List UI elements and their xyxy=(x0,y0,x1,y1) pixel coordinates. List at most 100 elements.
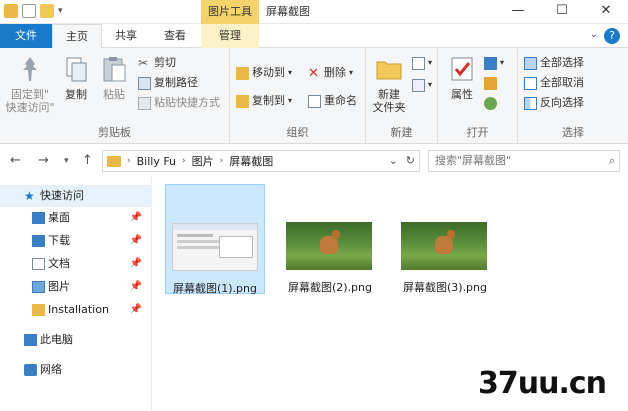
rename-icon xyxy=(308,94,321,108)
select-all-label: 全部选择 xyxy=(540,56,584,69)
computer-icon xyxy=(24,334,37,346)
sidebar-item-this-pc[interactable]: 此电脑 xyxy=(0,329,152,351)
cut-button[interactable]: ✂ 剪切 xyxy=(138,54,176,72)
breadcrumb-separator-icon: › xyxy=(182,156,186,166)
sidebar-item-label: 桌面 xyxy=(48,211,70,224)
recent-locations-chevron-icon[interactable]: ▾ xyxy=(64,156,69,166)
open-image-icon xyxy=(484,56,497,70)
paste-shortcut-icon xyxy=(138,96,151,110)
new-folder-icon xyxy=(374,54,404,84)
file-item[interactable]: 屏幕截图(2).png xyxy=(280,184,380,294)
maximize-button[interactable]: ☐ xyxy=(540,0,584,24)
easy-access-icon xyxy=(412,78,425,92)
new-folder-icon[interactable] xyxy=(40,4,54,18)
history-button[interactable] xyxy=(484,94,497,112)
select-group: 全部选择 全部取消 反向选择 选择 xyxy=(518,48,628,144)
copy-label: 复制 xyxy=(65,88,87,101)
help-icon[interactable]: ? xyxy=(604,28,620,44)
sidebar-item-pictures[interactable]: 图片 📌 xyxy=(0,276,152,298)
sidebar-item-label: 图片 xyxy=(48,280,70,293)
tab-share[interactable]: 共享 xyxy=(104,24,148,48)
tab-view[interactable]: 查看 xyxy=(152,24,198,48)
copy-path-icon xyxy=(138,76,151,90)
chevron-down-icon: ▾ xyxy=(288,68,293,77)
clipboard-group-label: 剪贴板 xyxy=(98,126,131,139)
chevron-down-icon[interactable]: ⌄ xyxy=(590,29,598,40)
breadcrumb-separator-icon: › xyxy=(127,156,131,166)
pin-icon[interactable]: 📌 xyxy=(130,276,142,298)
refresh-icon[interactable]: ↻ xyxy=(406,154,415,167)
desktop-icon xyxy=(32,212,45,224)
edit-button[interactable] xyxy=(484,74,497,92)
sidebar-item-downloads[interactable]: 下载 📌 xyxy=(0,230,152,252)
invert-selection-button[interactable]: 反向选择 xyxy=(524,94,584,112)
picture-tools-context-tab: 图片工具 xyxy=(201,0,259,24)
sidebar-item-documents[interactable]: 文档 📌 xyxy=(0,253,152,275)
forward-arrow-icon[interactable]: → xyxy=(38,153,49,168)
close-button[interactable]: ✕ xyxy=(584,0,628,24)
new-item-button[interactable]: ▾ xyxy=(412,54,432,72)
open-button[interactable]: ▾ xyxy=(484,54,504,72)
cut-label: 剪切 xyxy=(154,56,176,69)
copy-to-button[interactable]: 复制到 ▾ xyxy=(236,92,292,110)
sidebar-item-quick-access[interactable]: ★ 快速访问 xyxy=(0,185,152,207)
pin-to-quick-access-button[interactable]: 固定到" 快速访问" xyxy=(4,54,56,114)
back-arrow-icon[interactable]: ← xyxy=(10,153,21,168)
copy-path-button[interactable]: 复制路径 xyxy=(138,74,198,92)
tab-manage[interactable]: 管理 xyxy=(201,24,259,48)
up-arrow-icon[interactable]: ↑ xyxy=(82,153,93,168)
properties-label: 属性 xyxy=(451,88,473,101)
paste-icon xyxy=(99,54,129,84)
folder-icon xyxy=(107,155,121,167)
chevron-down-icon: ▾ xyxy=(428,58,433,67)
open-group: 属性 ▾ 打开 xyxy=(438,48,518,144)
sidebar-item-installation[interactable]: Installation 📌 xyxy=(0,299,152,321)
file-name: 屏幕截图(3).png xyxy=(402,281,487,294)
clipboard-group: 固定到" 快速访问" 复制 粘贴 ✂ 剪切 复制路径 粘贴快捷方式 剪贴板 xyxy=(0,48,230,144)
address-bar[interactable]: › Billy Fu › 图片 › 屏幕截图 ⌄ ↻ xyxy=(102,150,420,172)
file-item[interactable]: 屏幕截图(3).png xyxy=(395,184,495,294)
pin-icon[interactable]: 📌 xyxy=(130,253,142,275)
tab-file[interactable]: 文件 xyxy=(0,24,52,48)
edit-pencil-icon xyxy=(484,76,497,90)
folder-icon[interactable] xyxy=(4,4,18,18)
pin-icon[interactable]: 📌 xyxy=(130,299,142,321)
file-name: 屏幕截图(1).png xyxy=(172,282,257,295)
select-none-icon xyxy=(524,76,537,90)
sidebar-item-label: Installation xyxy=(48,303,109,316)
properties-check-icon xyxy=(447,54,477,84)
address-dropdown-icon[interactable]: ⌄ xyxy=(389,154,398,167)
delete-button[interactable]: ✕ 删除 ▾ xyxy=(308,64,353,82)
paste-button[interactable]: 粘贴 xyxy=(96,54,132,101)
history-icon xyxy=(484,96,497,110)
move-to-button[interactable]: 移动到 ▾ xyxy=(236,64,292,82)
search-input[interactable]: 搜索"屏幕截图" ⌕ xyxy=(428,150,620,172)
sidebar-item-desktop[interactable]: 桌面 📌 xyxy=(0,207,152,229)
pin-icon[interactable]: 📌 xyxy=(130,230,142,252)
sidebar-item-label: 文档 xyxy=(48,257,70,270)
organize-group-label: 组织 xyxy=(286,126,309,139)
search-placeholder: 搜索"屏幕截图" xyxy=(435,154,512,167)
breadcrumb-item[interactable]: Billy Fu xyxy=(137,155,176,168)
paste-shortcut-button[interactable]: 粘贴快捷方式 xyxy=(138,94,220,112)
sidebar-item-network[interactable]: 网络 xyxy=(0,359,152,381)
pin-icon xyxy=(15,54,45,84)
breadcrumb-item[interactable]: 屏幕截图 xyxy=(229,153,273,169)
customize-qat-icon[interactable]: ▾ xyxy=(58,6,63,16)
copy-button[interactable]: 复制 xyxy=(60,54,92,101)
title-bar: ▾ 图片工具 屏幕截图 — ☐ ✕ xyxy=(0,0,628,24)
breadcrumb-item[interactable]: 图片 xyxy=(192,153,214,169)
pin-icon[interactable]: 📌 xyxy=(130,207,142,229)
select-none-button[interactable]: 全部取消 xyxy=(524,74,584,92)
tab-home[interactable]: 主页 xyxy=(52,24,102,49)
properties-button[interactable]: 属性 xyxy=(444,54,480,101)
new-folder-button[interactable]: 新建 文件夹 xyxy=(370,54,408,114)
easy-access-button[interactable]: ▾ xyxy=(412,76,432,94)
file-item[interactable]: 屏幕截图(1).png xyxy=(165,184,265,295)
select-all-button[interactable]: 全部选择 xyxy=(524,54,584,72)
minimize-button[interactable]: — xyxy=(496,0,540,24)
rename-button[interactable]: 重命名 xyxy=(308,92,357,110)
invert-selection-label: 反向选择 xyxy=(540,96,584,109)
properties-icon[interactable] xyxy=(22,4,36,18)
sidebar-item-label: 此电脑 xyxy=(40,333,73,346)
